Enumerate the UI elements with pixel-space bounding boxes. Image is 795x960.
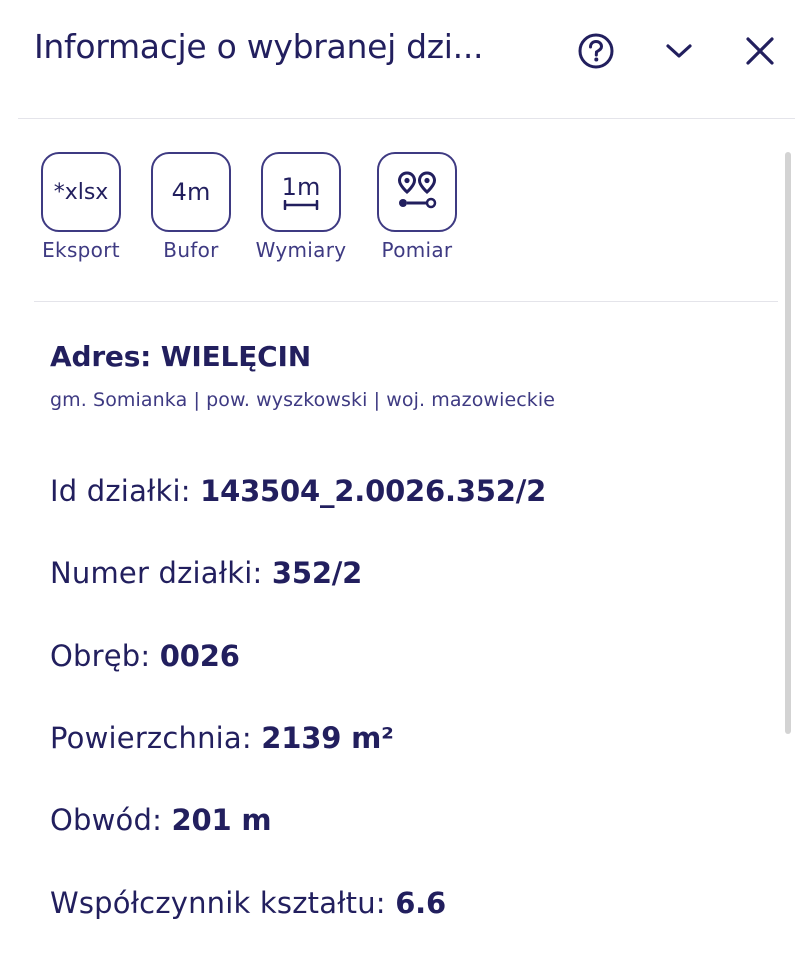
tools-divider xyxy=(34,301,778,302)
measure-pins-icon xyxy=(377,152,457,232)
export-tool[interactable]: *xlsx Eksport xyxy=(41,152,121,262)
buffer-tool-label: Bufor xyxy=(163,238,219,262)
scrollbar[interactable] xyxy=(785,152,791,734)
property-label: Id działki: xyxy=(50,474,201,508)
measure-tool-label: Pomiar xyxy=(381,238,453,262)
measure-tool[interactable]: Pomiar xyxy=(377,152,457,262)
export-tool-label: Eksport xyxy=(42,238,120,262)
property-value: 2139 m² xyxy=(261,721,394,755)
property-value: 143504_2.0026.352/2 xyxy=(200,474,547,508)
xlsx-export-icon: *xlsx xyxy=(41,152,121,232)
dimensions-tool-box-text: 1m xyxy=(281,173,321,201)
property-label: Obręb: xyxy=(50,639,160,673)
property-shape-coefficient: Współczynnik kształtu: 6.6 xyxy=(50,886,446,920)
help-circle-icon xyxy=(577,32,615,70)
close-icon xyxy=(744,35,776,67)
property-value: 352/2 xyxy=(271,556,363,590)
dimension-line-icon xyxy=(283,200,319,210)
property-value: 0026 xyxy=(159,639,240,673)
help-button[interactable] xyxy=(571,26,621,76)
buffer-tool-box-text: 4m xyxy=(171,178,211,206)
property-label: Współczynnik kształtu: xyxy=(50,886,396,920)
property-area: Powierzchnia: 2139 m² xyxy=(50,721,394,755)
close-button[interactable] xyxy=(735,26,785,76)
address-title: Adres: WIELĘCIN xyxy=(50,340,311,373)
buffer-tool[interactable]: 4m Bufor xyxy=(151,152,231,262)
buffer-icon: 4m xyxy=(151,152,231,232)
panel-title: Informacje o wybranej dzi... xyxy=(34,27,484,66)
header-divider xyxy=(18,118,795,119)
collapse-button[interactable] xyxy=(654,26,704,76)
dimensions-tool-label: Wymiary xyxy=(255,238,347,262)
property-parcel-id: Id działki: 143504_2.0026.352/2 xyxy=(50,474,546,508)
property-perimeter: Obwód: 201 m xyxy=(50,803,272,837)
property-label: Powierzchnia: xyxy=(50,721,262,755)
property-parcel-number: Numer działki: 352/2 xyxy=(50,556,362,590)
property-value: 201 m xyxy=(171,803,272,837)
chevron-down-icon xyxy=(664,41,694,61)
property-label: Numer działki: xyxy=(50,556,272,590)
dimensions-icon: 1m xyxy=(261,152,341,232)
property-value: 6.6 xyxy=(395,886,446,920)
export-tool-box-text: *xlsx xyxy=(53,179,109,205)
panel-header: Informacje o wybranej dzi... xyxy=(0,0,795,118)
property-label: Obwód: xyxy=(50,803,172,837)
dimensions-tool[interactable]: 1m Wymiary xyxy=(256,152,346,262)
parcel-info-panel: Informacje o wybranej dzi... *xlsx Ekspo… xyxy=(0,0,795,960)
property-precinct: Obręb: 0026 xyxy=(50,639,240,673)
address-subtitle: gm. Somianka | pow. wyszkowski | woj. ma… xyxy=(50,389,556,411)
